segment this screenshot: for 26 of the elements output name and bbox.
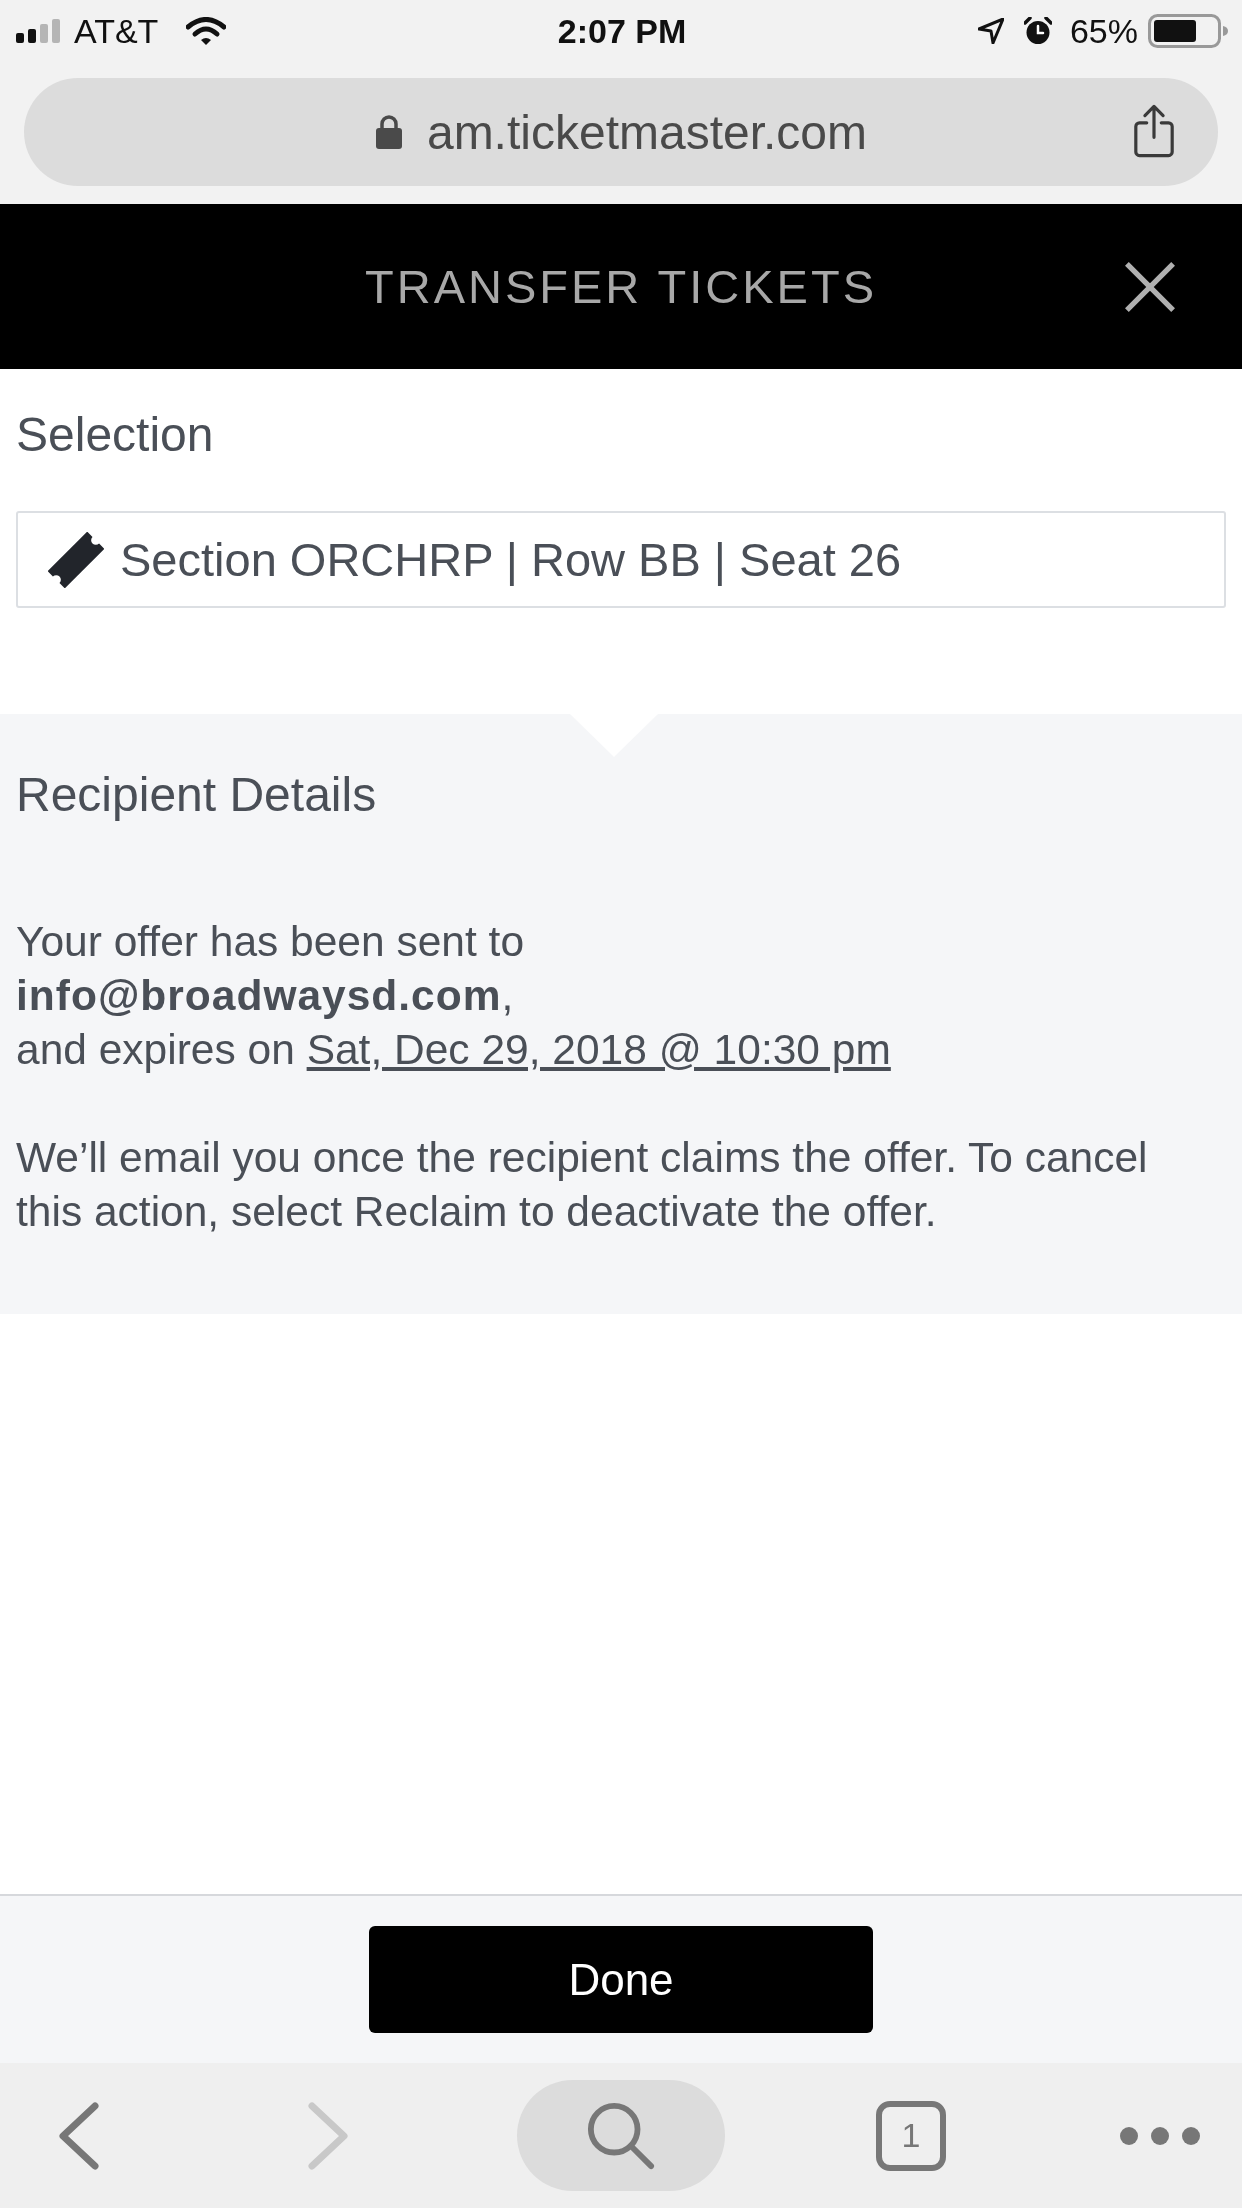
- reclaim-note: We’ll email you once the recipient claims the offer. To cancel this action, select Reclaim to deactivate the offer.: [16, 1133, 1149, 1237]
- seat-details: Section ORCHRP | Row BB | Seat 26: [120, 532, 902, 587]
- status-time: 2:07 PM: [557, 11, 687, 51]
- signal-icon: [16, 19, 62, 43]
- address-bar[interactable]: am.ticketmaster.com: [24, 78, 1218, 186]
- done-button[interactable]: Done: [369, 1926, 873, 2033]
- wifi-icon: [186, 16, 227, 46]
- tabs-button[interactable]: 1: [876, 2100, 946, 2171]
- search-icon: [586, 2100, 656, 2171]
- lock-icon: [374, 114, 403, 150]
- back-icon[interactable]: [57, 2101, 101, 2170]
- section-heading: Selection: [16, 409, 215, 461]
- alarm-clock-icon: [1023, 17, 1052, 45]
- battery-percentage: 65%: [1069, 11, 1138, 51]
- section-heading: Recipient Details: [16, 769, 378, 821]
- more-icon[interactable]: [1119, 2125, 1201, 2146]
- ticket-icon: [48, 531, 104, 588]
- share-icon[interactable]: [1134, 104, 1174, 158]
- close-icon[interactable]: [1124, 260, 1176, 313]
- expiry-date-link[interactable]: Sat, Dec 29, 2018 @ 10:30 pm: [306, 1026, 891, 1073]
- battery-icon: [1148, 14, 1228, 48]
- offer-message: Your offer has been sent to info@broadwaysd.com, and expires on Sat, Dec 29, 2018 @ 10:30 pm: [16, 917, 892, 1075]
- carrier-name: AT&T: [74, 11, 159, 51]
- url-text: am.ticketmaster.com: [426, 104, 868, 160]
- location-arrow-icon: [977, 18, 1004, 44]
- page-title: TRANSFER TICKETS: [365, 259, 877, 314]
